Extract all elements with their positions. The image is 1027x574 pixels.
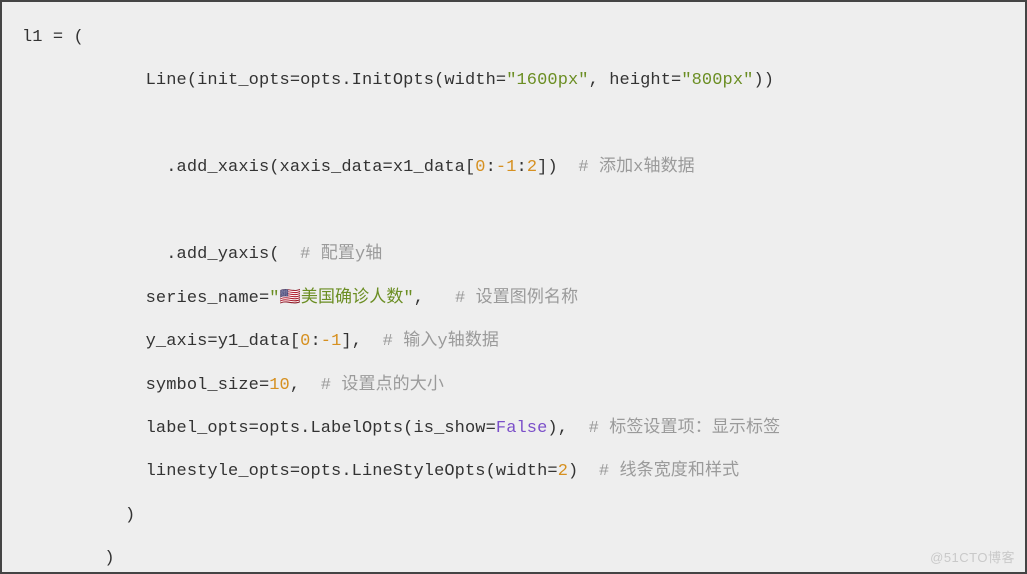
code-text: : xyxy=(486,158,496,177)
code-text: , xyxy=(290,376,321,395)
code-text: : xyxy=(517,158,527,177)
code-text: ), xyxy=(547,419,588,438)
code-line-9a: linestyle_opts=opts.LineStyleOpts(width= xyxy=(22,462,558,481)
comment: # 标签设置项：显示标签 xyxy=(589,419,781,438)
number-literal: -1 xyxy=(496,158,517,177)
number-literal: 2 xyxy=(527,158,537,177)
code-line-2a: Line(init_opts=opts.InitOpts(width= xyxy=(22,71,506,90)
code-block-frame: l1 = ( Line(init_opts=opts.InitOpts(widt… xyxy=(0,0,1027,574)
code-block: l1 = ( Line(init_opts=opts.InitOpts(widt… xyxy=(22,16,1009,574)
number-literal: 0 xyxy=(475,158,485,177)
string-literal: "1600px" xyxy=(506,71,588,90)
comment: # 设置图例名称 xyxy=(455,289,578,308)
code-text: ) xyxy=(568,462,599,481)
code-text: ]) xyxy=(537,158,578,177)
comment: # 设置点的大小 xyxy=(321,376,444,395)
comment: # 输入y轴数据 xyxy=(383,332,499,351)
code-line-10: ) xyxy=(22,506,135,525)
string-literal: 美国确诊人数 xyxy=(301,289,404,308)
code-text: : xyxy=(310,332,320,351)
comment: # 添加x轴数据 xyxy=(578,158,694,177)
comment: # 线条宽度和样式 xyxy=(599,462,739,481)
code-line-11: ) xyxy=(22,549,115,568)
code-line-8a: label_opts=opts.LabelOpts(is_show= xyxy=(22,419,496,438)
code-line-7a: symbol_size= xyxy=(22,376,269,395)
code-line-3a: .add_xaxis(xaxis_data=x1_data[ xyxy=(22,158,475,177)
number-literal: -1 xyxy=(321,332,342,351)
string-literal: "800px" xyxy=(681,71,753,90)
code-line-4a: .add_yaxis( xyxy=(22,245,300,264)
code-line-5a: series_name= xyxy=(22,289,269,308)
string-open-quote: " xyxy=(269,289,279,308)
number-literal: 10 xyxy=(269,376,290,395)
string-close-quote: " xyxy=(403,289,413,308)
code-text: ], xyxy=(341,332,382,351)
code-line-6a: y_axis=y1_data[ xyxy=(22,332,300,351)
code-text: , xyxy=(414,289,455,308)
code-text: , height= xyxy=(589,71,682,90)
number-literal: 0 xyxy=(300,332,310,351)
watermark: @51CTO博客 xyxy=(930,547,1015,566)
code-text: )) xyxy=(753,71,774,90)
comment: # 配置y轴 xyxy=(300,245,382,264)
flag-icon: 🇺🇸 xyxy=(280,287,301,307)
constant-literal: False xyxy=(496,419,548,438)
code-line-1: l1 = ( xyxy=(22,28,84,47)
number-literal: 2 xyxy=(558,462,568,481)
